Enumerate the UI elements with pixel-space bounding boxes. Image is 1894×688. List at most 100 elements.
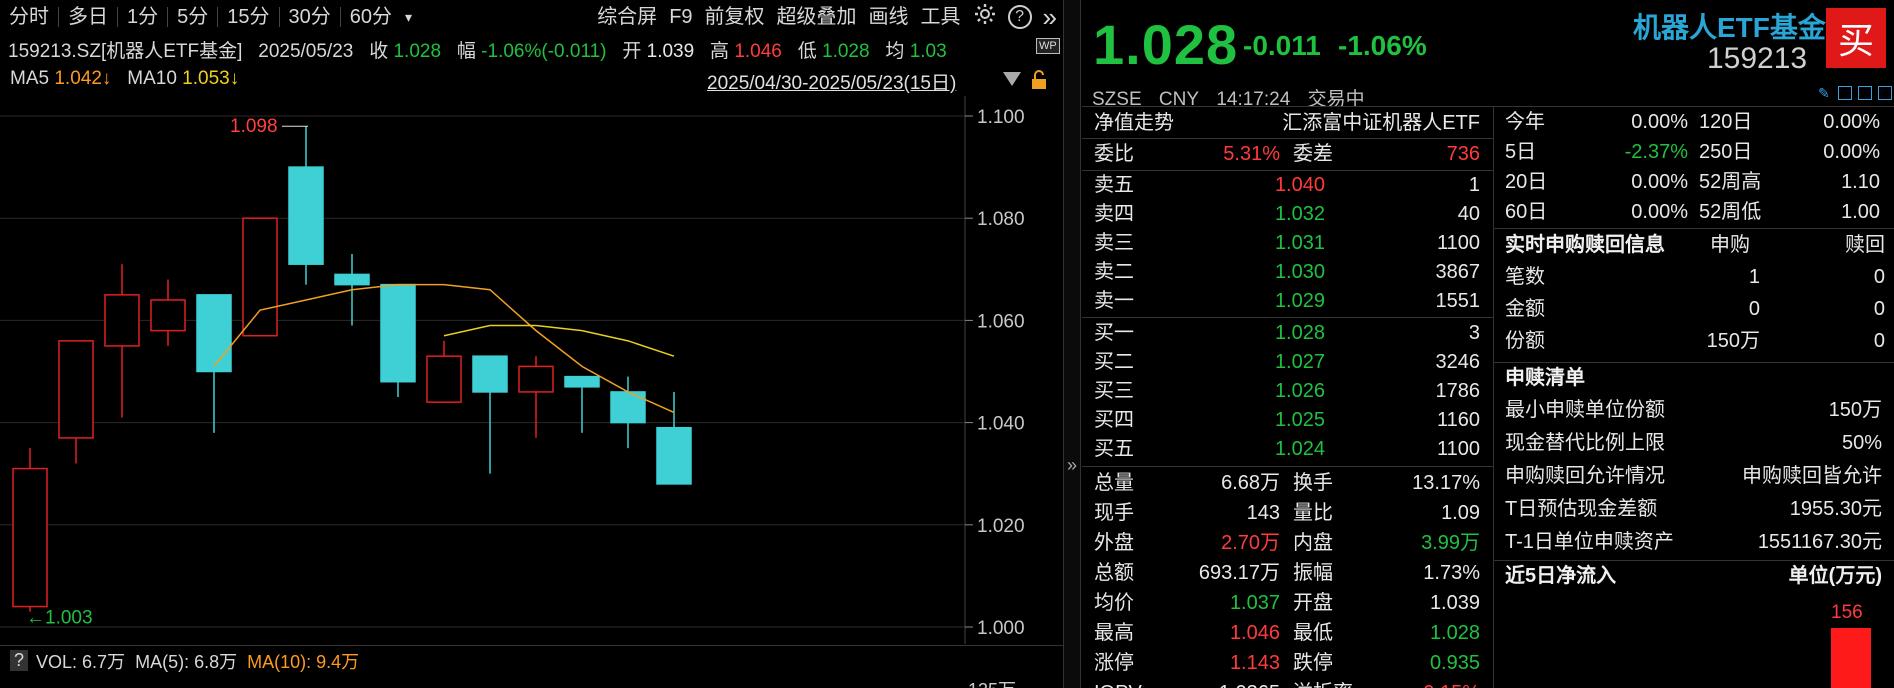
date-label: 2025/05/23 xyxy=(258,41,354,62)
bid-volume: 1160 xyxy=(1436,409,1480,431)
window-icon[interactable] xyxy=(1858,86,1872,100)
fund-name: 机器人ETF基金 xyxy=(1633,12,1826,43)
composite-screen-button[interactable]: 综合屏 xyxy=(591,0,663,34)
stat-value: 1.039 xyxy=(1429,592,1480,614)
stat-label: IOPV xyxy=(1094,679,1174,688)
avg-value: 1.03 xyxy=(909,41,947,62)
candle-body xyxy=(656,426,692,485)
overlay-button[interactable]: 超级叠加 xyxy=(771,0,863,34)
y-tick-label: 1.060 xyxy=(977,311,1025,332)
tab-30min[interactable]: 30分 xyxy=(280,0,340,34)
wp-badge[interactable]: WP xyxy=(1036,38,1060,54)
stat-value: 1.143 xyxy=(1229,652,1280,674)
candle-body xyxy=(242,217,278,337)
candle-body xyxy=(288,166,324,265)
realtime-subscribe: 150万 xyxy=(1706,330,1760,352)
perf-label: 60日 xyxy=(1505,201,1548,223)
f9-button[interactable]: F9 xyxy=(663,0,698,34)
stat-label: 振幅 xyxy=(1293,562,1333,584)
period-dropdown[interactable]: ▾ xyxy=(401,0,416,34)
ask-price: 1.032 xyxy=(1274,203,1325,225)
bid-price: 1.025 xyxy=(1274,409,1325,431)
perf-label: 5日 xyxy=(1505,141,1537,163)
perf-value: 0.00% xyxy=(1823,141,1880,163)
price-change-pct: -1.06% xyxy=(1338,30,1427,61)
stat-value: 1.09 xyxy=(1441,502,1480,524)
realtime-subscribe: 0 xyxy=(1748,298,1760,320)
chart-panel: 分时 多日 1分 5分 15分 30分 60分 ▾ 综合屏 F9 前复权 超级叠… xyxy=(0,0,1063,688)
realtime-subscribe: 1 xyxy=(1748,266,1760,288)
triangle-down-icon[interactable] xyxy=(1003,72,1021,86)
lock-icon[interactable] xyxy=(1030,70,1048,95)
redeem-value: 申购赎回皆允许 xyxy=(1742,465,1882,487)
collapse-icon[interactable]: » xyxy=(1037,0,1063,34)
alert-icon[interactable] xyxy=(1838,86,1852,100)
realtime-label: 金额 xyxy=(1505,298,1545,320)
perf-value: 1.00 xyxy=(1841,201,1880,223)
perf-value: 0.00% xyxy=(1631,111,1688,133)
stat-label: 总额 xyxy=(1094,562,1134,584)
stat-value: 1.037 xyxy=(1229,592,1280,614)
ask-price: 1.030 xyxy=(1274,261,1325,283)
panel-divider[interactable]: » xyxy=(1063,0,1081,688)
y-tick-label: 1.020 xyxy=(977,516,1025,537)
expand-icon[interactable]: » xyxy=(1067,455,1077,476)
weidiff-value: 736 xyxy=(1446,143,1480,165)
stat-label: 外盘 xyxy=(1094,532,1134,554)
stat-value: 0.935 xyxy=(1429,652,1480,674)
divider xyxy=(1493,228,1894,229)
bid-level-label: 买五 xyxy=(1094,438,1134,460)
divider xyxy=(1082,106,1894,107)
ask-volume: 1100 xyxy=(1436,232,1480,254)
stat-label: 内盘 xyxy=(1293,532,1333,554)
date-range[interactable]: 2025/04/30-2025/05/23(15日) xyxy=(707,68,956,95)
ma10-line xyxy=(443,324,675,357)
netflow-bar xyxy=(1831,628,1871,688)
bid-price: 1.024 xyxy=(1274,438,1325,460)
price-info-line: 159213.SZ[机器人ETF基金] 2025/05/23 收 1.028 幅… xyxy=(8,36,947,62)
tab-intraday[interactable]: 分时 xyxy=(0,0,58,34)
toolbar-right: 综合屏 F9 前复权 超级叠加 画线 工具 ? » xyxy=(591,0,1063,34)
gear-icon[interactable] xyxy=(973,2,997,32)
stat-label: 现手 xyxy=(1094,502,1134,524)
forward-adjust-button[interactable]: 前复权 xyxy=(699,0,771,34)
stat-value: 6.68万 xyxy=(1221,472,1280,494)
stat-label: 均价 xyxy=(1094,592,1134,614)
tab-15min[interactable]: 15分 xyxy=(218,0,278,34)
tab-60min[interactable]: 60分 xyxy=(341,0,401,34)
divider xyxy=(1082,317,1493,318)
y-tick-label: 1.100 xyxy=(977,107,1025,128)
realtime-label: 笔数 xyxy=(1505,266,1545,288)
stat-value: 143 xyxy=(1246,502,1280,524)
stat-label: 总量 xyxy=(1094,472,1134,494)
volume-legend: ? VOL: 6.7万 MA(5): 6.8万 MA(10): 9.4万 xyxy=(0,645,1063,675)
stat-value: 13.17% xyxy=(1412,472,1480,494)
realtime-redeem: 0 xyxy=(1873,266,1885,288)
tab-multiday[interactable]: 多日 xyxy=(59,0,117,34)
perf-label: 20日 xyxy=(1505,171,1548,193)
tools-button[interactable]: 工具 xyxy=(915,0,967,34)
edit-icon[interactable]: ✎ xyxy=(1818,86,1832,100)
tab-1min[interactable]: 1分 xyxy=(118,0,167,34)
candlestick-chart[interactable]: 1.098 ←1.003 1.100 1.080 1.060 1.040 1.020 1.0… xyxy=(0,96,1063,644)
ask-level-label: 卖一 xyxy=(1094,290,1134,312)
redeem-value: 1551167.30元 xyxy=(1757,531,1882,553)
divider xyxy=(1082,138,1493,139)
perf-label: 52周低 xyxy=(1699,201,1762,223)
stat-value: 693.17万 xyxy=(1198,562,1280,584)
ask-price: 1.031 xyxy=(1274,232,1325,254)
vol-help-icon[interactable]: ? xyxy=(10,650,29,671)
help-icon[interactable]: ? xyxy=(1007,5,1032,29)
bid-price: 1.028 xyxy=(1274,322,1325,344)
buy-button[interactable]: 买 xyxy=(1826,8,1886,68)
range-label: 幅 xyxy=(456,41,476,62)
tab-5min[interactable]: 5分 xyxy=(168,0,217,34)
realtime-label: 份额 xyxy=(1505,330,1545,352)
perf-value: 0.00% xyxy=(1631,201,1688,223)
y-tick-label: 1.000 xyxy=(977,618,1025,639)
close-value: 1.028 xyxy=(393,41,442,62)
ask-volume: 40 xyxy=(1457,203,1480,225)
add-icon[interactable] xyxy=(1878,86,1892,100)
draw-line-button[interactable]: 画线 xyxy=(863,0,915,34)
perf-value: 0.00% xyxy=(1823,111,1880,133)
